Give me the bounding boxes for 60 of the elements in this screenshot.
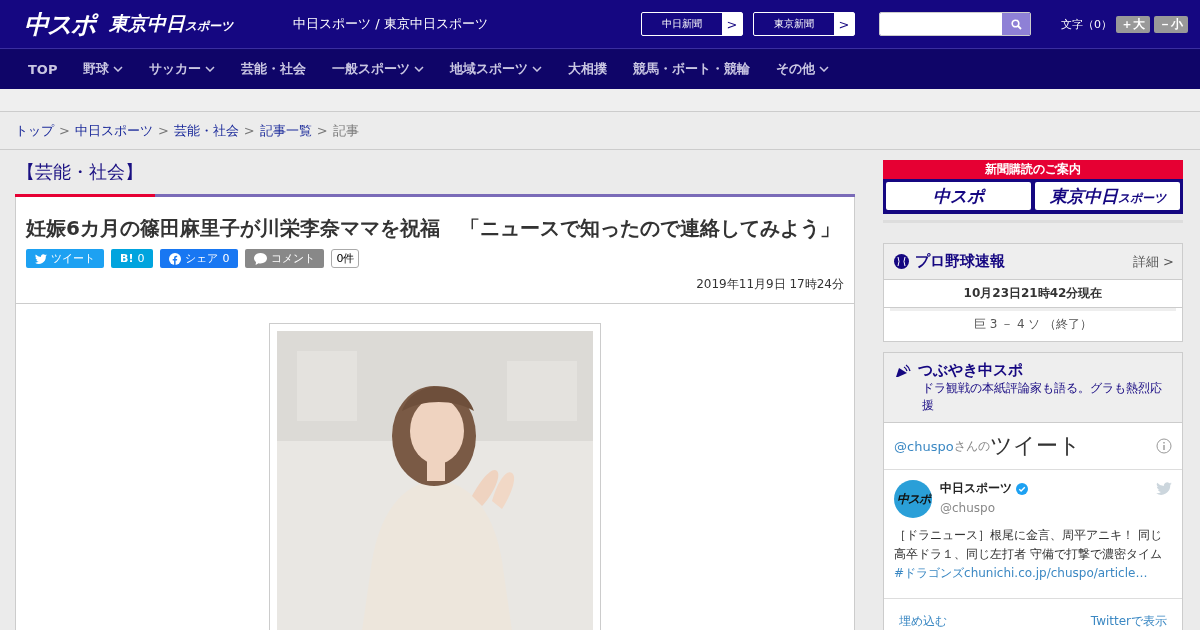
breadcrumb-separator: > <box>59 123 70 138</box>
breadcrumb-link[interactable]: トップ <box>15 121 54 140</box>
megaphone-icon <box>894 362 912 379</box>
subscription-heading[interactable]: 新聞購読のご案内 <box>883 160 1183 179</box>
bird-icon <box>1156 482 1172 495</box>
sub-logo[interactable]: 東京中日スポーツ <box>109 11 233 37</box>
facebook-icon <box>169 252 182 265</box>
site-title: 中日スポーツ / 東京中日スポーツ <box>293 15 488 33</box>
breadcrumb-separator: > <box>316 123 328 138</box>
comment-count: 0件 <box>331 249 360 268</box>
account-avatar[interactable]: 中スポ <box>894 480 932 518</box>
tweet-link[interactable]: #ドラゴンズ <box>894 566 965 581</box>
breadcrumb-current: 記事 <box>332 121 359 140</box>
breadcrumb-separator: > <box>243 123 255 138</box>
tweet-link[interactable]: chunichi.co.jp/chuspo/article… <box>964 566 1148 581</box>
nav-item[interactable]: サッカー <box>149 60 216 78</box>
info-icon[interactable] <box>1156 438 1172 454</box>
bird-icon <box>35 253 47 264</box>
search-icon <box>1010 18 1022 30</box>
game-score[interactable]: 巨 3 － 4 ソ （終了） <box>890 308 1176 341</box>
account-handle: @chuspo <box>940 501 996 515</box>
timeline-heading: ツイート <box>989 432 1082 460</box>
breadcrumb-separator: > <box>157 123 169 138</box>
nav-item[interactable]: 一般スポーツ <box>332 60 425 78</box>
newspaper-link[interactable]: 東京新聞 > <box>753 12 855 36</box>
category-heading: 【芸能・社会】 <box>16 160 144 184</box>
baseball-icon <box>894 254 909 269</box>
account-name[interactable]: 中日スポーツ <box>940 480 1012 497</box>
nav-item[interactable]: 野球 <box>83 60 124 78</box>
facebook-share-button[interactable]: シェア 0 <box>160 249 239 268</box>
breadcrumb-link[interactable]: 芸能・社会 <box>173 121 239 140</box>
panel-title: つぶやき中スポ <box>918 361 1024 380</box>
article-title: 妊娠6カ月の篠田麻里子が川栄李奈ママを祝福 「ニュースで知ったので連絡してみよう」 <box>26 215 841 242</box>
nav-item[interactable]: 大相撲 <box>568 60 608 78</box>
footer-link[interactable]: 埋め込む <box>899 613 947 630</box>
account-handle-link[interactable]: @chuspo <box>894 438 954 454</box>
possessive-label: さんの <box>953 437 990 453</box>
search-field[interactable] <box>879 12 1031 36</box>
panel-title: プロ野球速報 <box>915 252 1006 271</box>
panel-subtitle: ドラ観戦の本紙評論家も語る。グラも熱烈応援 <box>922 380 1163 414</box>
breadcrumb-link[interactable]: 中日スポーツ <box>74 121 153 140</box>
nav-item[interactable]: 芸能・社会 <box>241 60 307 78</box>
newspaper-logo-link[interactable]: 東京中日スポーツ <box>1035 182 1180 210</box>
comment-share-button[interactable]: コメント <box>245 249 325 268</box>
verified-badge-icon <box>1016 482 1028 495</box>
search-button[interactable] <box>1002 13 1030 35</box>
footer-link[interactable]: Twitterで表示 <box>1090 613 1167 630</box>
nav-item[interactable]: TOP <box>28 61 58 77</box>
nav-item[interactable]: 競馬・ボート・競輪 <box>633 60 751 78</box>
publish-date: 2019年11月9日 17時24分 <box>695 276 844 293</box>
speech-bubble-icon <box>254 252 268 265</box>
update-time: 10月23日21時42分現在 <box>884 280 1182 308</box>
font-size-label: 文字（0） <box>1061 16 1112 32</box>
detail-link[interactable]: 詳細 > <box>1132 252 1174 271</box>
breadcrumb-link[interactable]: 記事一覧 <box>259 121 312 140</box>
newspaper-logo-link[interactable]: 中スポ <box>886 182 1031 210</box>
nav-item[interactable]: 地域スポーツ <box>450 60 543 78</box>
nav-item[interactable]: その他 <box>776 60 830 78</box>
newspaper-link[interactable]: 中日新聞 > <box>641 12 743 36</box>
tweet-text: ［ドラニュース］根尾に金言、周平アニキ！ 同じ高卒ドラ１、同じ左打者 守備で打撃で濃密タイム #ドラゴンズchunichi.co.jp/chuspo/article… <box>894 527 1163 583</box>
